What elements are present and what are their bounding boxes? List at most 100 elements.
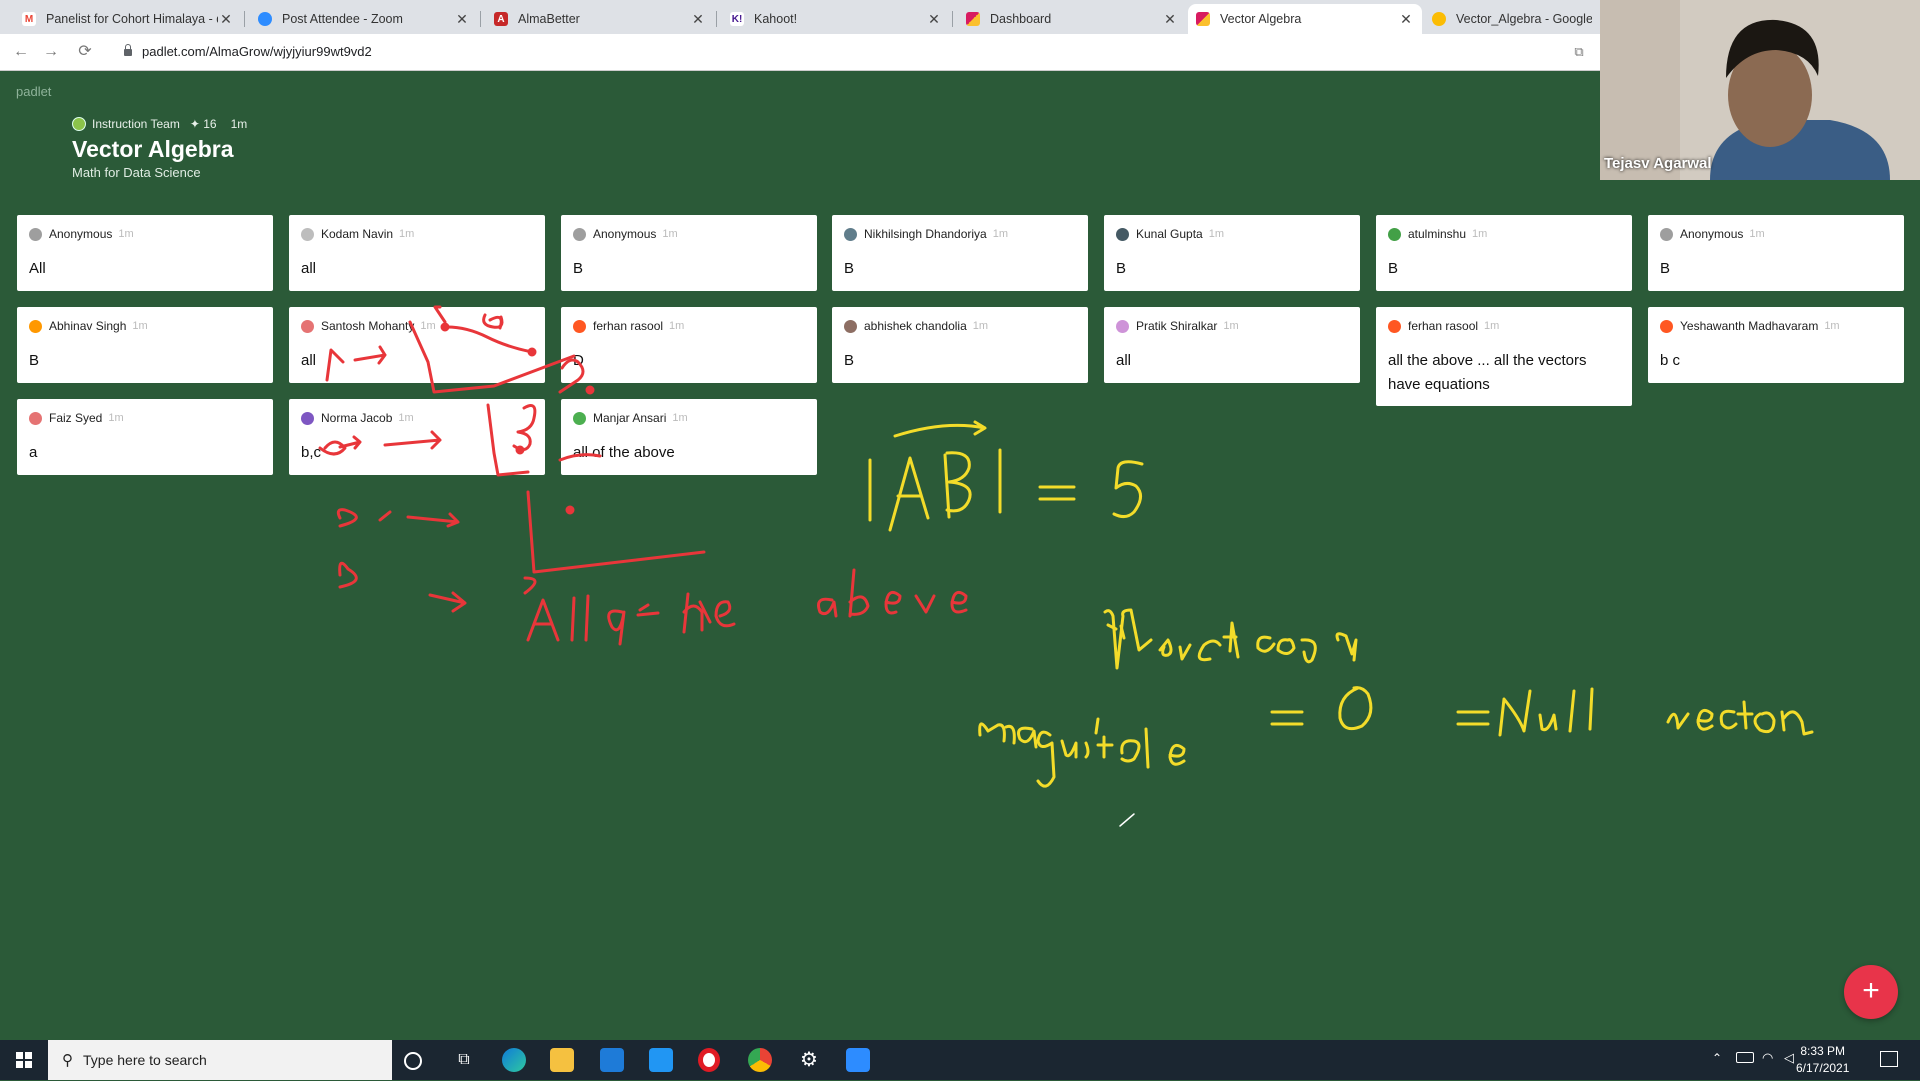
speaker-icon[interactable]: ◁: [1784, 1050, 1794, 1066]
almabetter-icon: A: [494, 12, 508, 26]
kahoot-icon: K!: [730, 12, 744, 26]
post-body: b,c: [301, 444, 322, 461]
avatar: [1660, 319, 1673, 333]
add-post-button[interactable]: +: [1844, 965, 1898, 1019]
close-icon[interactable]: ✕: [926, 11, 942, 28]
avatar: [844, 227, 857, 241]
post-header: Yeshawanth Madhavaram 1m: [1660, 319, 1893, 333]
edge-icon[interactable]: [502, 1048, 526, 1072]
ink-stroke: [1498, 687, 1594, 737]
close-icon[interactable]: ✕: [454, 11, 470, 28]
browser-tab-bar: M Panelist for Cohort Himalaya - d ✕ Pos…: [0, 0, 1600, 34]
close-icon[interactable]: ✕: [690, 11, 706, 28]
tab-title: Vector_Algebra - Google Ja: [1456, 12, 1592, 26]
tab-almabetter[interactable]: A AlmaBetter ✕: [486, 4, 714, 34]
padlet-logo[interactable]: padlet: [16, 84, 51, 99]
notifications-icon[interactable]: [1880, 1051, 1898, 1067]
tab-vector-algebra[interactable]: Vector Algebra ✕: [1188, 4, 1422, 34]
tab-google-jamboard[interactable]: Vector_Algebra - Google Ja: [1424, 4, 1600, 34]
post-header: atulminshu 1m: [1388, 227, 1621, 241]
post-time: 1m: [132, 320, 148, 332]
post-card[interactable]: Anonymous 1m B: [561, 215, 817, 291]
forward-icon[interactable]: →: [40, 41, 62, 63]
post-header: Kodam Navin 1m: [301, 227, 534, 241]
wifi-icon[interactable]: ◠: [1762, 1050, 1773, 1066]
ink-dot: [585, 385, 595, 395]
zoom-icon[interactable]: [846, 1048, 870, 1072]
video-tile: Tejasv Agarwal: [1600, 0, 1920, 180]
settings-gear-icon[interactable]: ⚙: [797, 1048, 821, 1072]
post-card[interactable]: abhishek chandolia 1m B: [832, 307, 1088, 383]
ink-stroke: [428, 591, 467, 613]
store-icon[interactable]: [600, 1048, 624, 1072]
post-header: Anonymous 1m: [573, 227, 806, 241]
reload-icon[interactable]: ⟳: [74, 41, 96, 63]
post-card[interactable]: Kodam Navin 1m all: [289, 215, 545, 291]
author-name[interactable]: Instruction Team: [92, 117, 180, 131]
zoom-icon: [258, 12, 272, 26]
post-card[interactable]: Pratik Shiralkar 1m all: [1104, 307, 1360, 383]
post-card[interactable]: Abhinav Singh 1m B: [17, 307, 273, 383]
tab-dashboard[interactable]: Dashboard ✕: [958, 4, 1186, 34]
post-header: Pratik Shiralkar 1m: [1116, 319, 1349, 333]
post-author: Pratik Shiralkar: [1136, 319, 1218, 333]
tab-zoom[interactable]: Post Attendee - Zoom ✕: [250, 4, 478, 34]
file-explorer-icon[interactable]: [550, 1048, 574, 1072]
like-count[interactable]: ✦ 16: [190, 117, 217, 131]
post-card[interactable]: Manjar Ansari 1m all of the above: [561, 399, 817, 475]
post-author: abhishek chandolia: [864, 319, 967, 333]
browser-toolbar: ← → ⟳ padlet.com/AlmaGrow/wjyjyiur99wt9v…: [0, 34, 1600, 71]
post-time: 1m: [662, 228, 678, 240]
system-clock[interactable]: 8:33 PM 6/17/2021: [1796, 1043, 1849, 1077]
post-card[interactable]: Anonymous 1m All: [17, 215, 273, 291]
post-time: 1m: [669, 320, 685, 332]
post-body: All: [29, 260, 46, 277]
post-body: a: [29, 444, 38, 461]
post-body: all: [1116, 352, 1132, 369]
chevron-up-icon[interactable]: ⌃: [1712, 1051, 1722, 1065]
windows-start-icon[interactable]: [16, 1052, 32, 1068]
ink-stroke: [1103, 608, 1153, 670]
post-author: Kodam Navin: [321, 227, 394, 241]
post-card[interactable]: atulminshu 1m B: [1376, 215, 1632, 291]
task-view-icon[interactable]: ⧉: [452, 1048, 476, 1072]
post-card[interactable]: Santosh Mohanty 1m all: [289, 307, 545, 383]
post-header: Norma Jacob 1m: [301, 411, 534, 425]
post-time: 1m: [1824, 320, 1840, 332]
tab-kahoot[interactable]: K! Kahoot! ✕: [722, 4, 950, 34]
post-card[interactable]: Kunal Gupta 1m B: [1104, 215, 1360, 291]
post-card[interactable]: Anonymous 1m B: [1648, 215, 1904, 291]
author-avatar: [72, 117, 86, 131]
close-icon[interactable]: ✕: [218, 11, 234, 28]
close-icon[interactable]: ✕: [1162, 11, 1178, 28]
ink-stroke: [570, 594, 590, 642]
padlet-icon: [1196, 12, 1210, 26]
avatar: [573, 319, 586, 333]
ink-stroke: [1666, 700, 1814, 736]
post-card[interactable]: ferhan rasool 1m all the above ... all the…: [1376, 307, 1632, 406]
post-card[interactable]: Yeshawanth Madhavaram 1m b c: [1648, 307, 1904, 383]
install-app-icon[interactable]: ⧉: [1568, 41, 1590, 63]
post-card[interactable]: Faiz Syed 1m a: [17, 399, 273, 475]
post-author: Faiz Syed: [49, 411, 103, 425]
mail-icon[interactable]: [649, 1048, 673, 1072]
back-icon[interactable]: ←: [10, 41, 32, 63]
cortana-icon[interactable]: [404, 1052, 422, 1070]
pen-cursor: [1119, 813, 1135, 827]
chrome-icon[interactable]: [748, 1048, 772, 1072]
post-time: 1m: [399, 228, 415, 240]
battery-icon[interactable]: [1736, 1052, 1754, 1063]
opera-icon[interactable]: [698, 1048, 720, 1072]
search-placeholder: Type here to search: [83, 1052, 207, 1068]
ink-stroke: [1158, 621, 1240, 662]
post-card[interactable]: ferhan rasool 1m D: [561, 307, 817, 383]
post-time: 1m: [118, 228, 134, 240]
post-card[interactable]: Nikhilsingh Dhandoriya 1m B: [832, 215, 1088, 291]
close-icon[interactable]: ✕: [1398, 11, 1414, 28]
padlet-meta: Instruction Team ✦ 16 1m: [72, 117, 247, 131]
taskbar-search[interactable]: ⚲ Type here to search: [48, 1040, 392, 1080]
tab-panelist[interactable]: M Panelist for Cohort Himalaya - d ✕: [14, 4, 242, 34]
tab-title: AlmaBetter: [518, 12, 580, 26]
post-card[interactable]: Norma Jacob 1m b,c: [289, 399, 545, 475]
address-bar[interactable]: padlet.com/AlmaGrow/wjyjyiur99wt9vd2: [110, 40, 1590, 64]
